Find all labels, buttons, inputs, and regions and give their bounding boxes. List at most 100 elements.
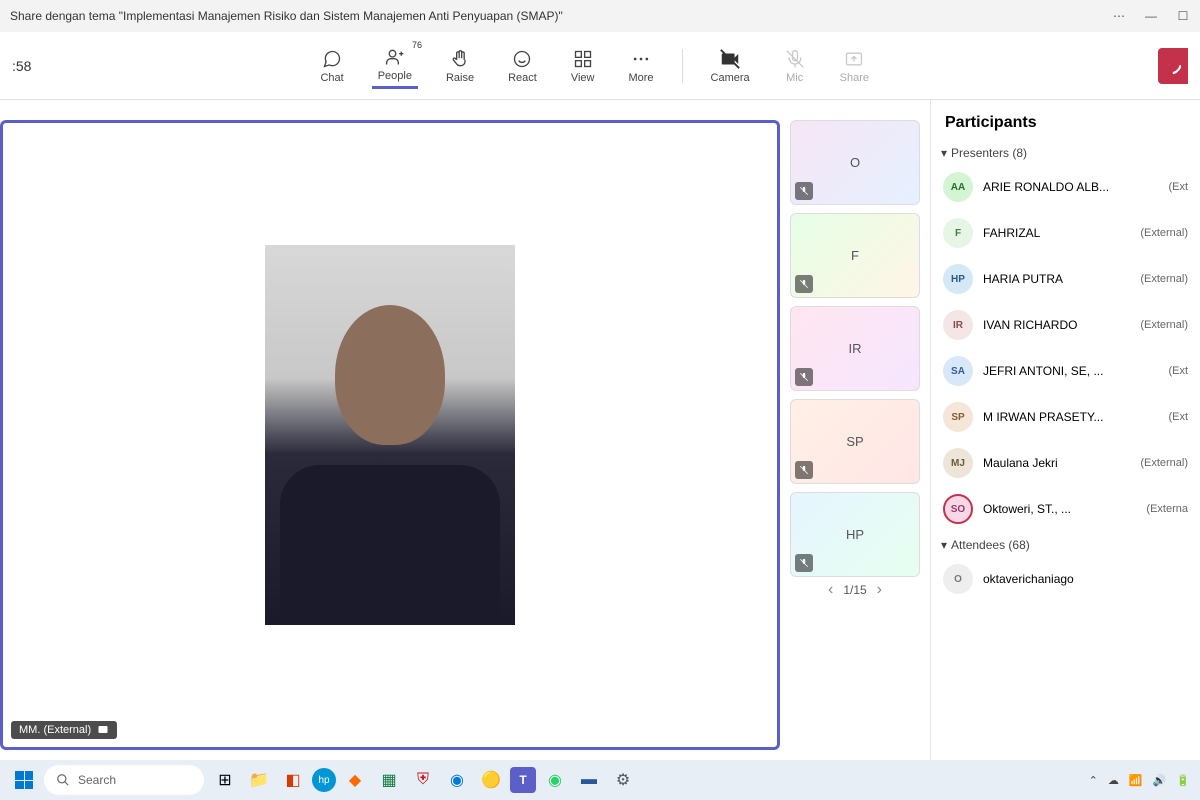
maximize-icon[interactable]: ☐: [1176, 9, 1190, 23]
chat-button[interactable]: Chat: [314, 44, 349, 88]
meeting-toolbar: :58 Chat People 76 Raise React View More: [0, 32, 1200, 100]
app-icon[interactable]: ◆: [340, 765, 370, 795]
leave-icon: [1165, 58, 1181, 74]
onedrive-icon[interactable]: ☁: [1108, 774, 1119, 787]
participant-name: IVAN RICHARDO: [983, 318, 1130, 332]
participant-tag: (Externa: [1146, 503, 1188, 515]
share-button[interactable]: Share: [834, 44, 875, 88]
pager-next-icon[interactable]: ›: [877, 581, 882, 599]
camera-button[interactable]: Camera: [705, 44, 756, 88]
avatar: SP: [943, 402, 973, 432]
people-button[interactable]: People 76: [372, 42, 418, 89]
raise-button[interactable]: Raise: [440, 44, 480, 88]
participant-row[interactable]: SPM IRWAN PRASETY...(Ext: [941, 396, 1190, 438]
chevron-down-icon: ▾: [941, 146, 947, 160]
pager-position: 1/15: [843, 583, 866, 597]
participant-row[interactable]: HPHARIA PUTRA(External): [941, 258, 1190, 300]
task-view-icon[interactable]: ⊞: [210, 765, 240, 795]
muted-icon: [795, 182, 813, 200]
settings-icon[interactable]: ⚙: [608, 765, 638, 795]
participant-thumbnail[interactable]: O: [790, 120, 920, 205]
avatar: SA: [943, 356, 973, 386]
more-window-icon[interactable]: ⋯: [1112, 9, 1126, 23]
people-icon: [384, 46, 406, 68]
avatar: HP: [943, 264, 973, 294]
volume-icon[interactable]: 🔊: [1153, 774, 1167, 787]
speaker-name-label: MM. (External): [11, 721, 117, 739]
avatar: MJ: [943, 448, 973, 478]
speaker-video-feed: [265, 245, 515, 625]
video-stage: MM. (External) O F IR SP HP ‹ 1/15 ›: [0, 100, 930, 760]
whatsapp-icon[interactable]: ◉: [540, 765, 570, 795]
presenters-section-toggle[interactable]: ▾ Presenters (8): [941, 146, 1190, 160]
people-count-badge: 76: [412, 40, 422, 50]
chrome-icon[interactable]: 🟡: [476, 765, 506, 795]
participant-row[interactable]: SAJEFRI ANTONI, SE, ...(Ext: [941, 350, 1190, 392]
participant-row[interactable]: SOOktoweri, ST., ...(Externa: [941, 488, 1190, 530]
participant-thumbnail[interactable]: SP: [790, 399, 920, 484]
chat-icon: [321, 48, 343, 70]
edge-icon[interactable]: ◉: [442, 765, 472, 795]
participant-row[interactable]: MJMaulana Jekri(External): [941, 442, 1190, 484]
participant-tag: (External): [1140, 319, 1188, 331]
participant-tag: (Ext: [1168, 411, 1188, 423]
teams-icon[interactable]: T: [510, 767, 536, 793]
participants-panel: Participants ▾ Presenters (8) AAARIE RON…: [930, 100, 1200, 760]
wifi-icon[interactable]: 📶: [1129, 774, 1143, 787]
tray-chevron-icon[interactable]: ⌃: [1089, 774, 1098, 787]
more-button[interactable]: More: [622, 44, 659, 88]
avatar: IR: [943, 310, 973, 340]
office-icon[interactable]: ◧: [278, 765, 308, 795]
participant-thumbnails: O F IR SP HP: [790, 120, 920, 577]
taskbar-pinned-apps: ⊞ 📁 ◧ hp ◆ ▦ ⛨ ◉ 🟡 T ◉ ▬ ⚙: [210, 765, 638, 795]
participant-name: oktaverichaniago: [983, 572, 1178, 586]
avatar: SP: [837, 424, 873, 460]
avatar: O: [943, 564, 973, 594]
active-speaker-tile[interactable]: MM. (External): [0, 120, 780, 750]
minimize-icon[interactable]: —: [1144, 9, 1158, 23]
hp-icon[interactable]: hp: [312, 768, 336, 792]
attendees-section-toggle[interactable]: ▾ Attendees (68): [941, 538, 1190, 552]
view-icon: [572, 48, 594, 70]
participant-name: ARIE RONALDO ALB...: [983, 180, 1158, 194]
share-icon: [843, 48, 865, 70]
chevron-down-icon: ▾: [941, 538, 947, 552]
participant-name: FAHRIZAL: [983, 226, 1130, 240]
participant-row[interactable]: AAARIE RONALDO ALB...(Ext: [941, 166, 1190, 208]
participant-thumbnail[interactable]: F: [790, 213, 920, 298]
window-titlebar: Share dengan tema "Implementasi Manajeme…: [0, 0, 1200, 32]
word-icon[interactable]: ▬: [574, 765, 604, 795]
taskbar-search[interactable]: Search: [44, 765, 204, 795]
avatar: AA: [943, 172, 973, 202]
participant-name: Oktoweri, ST., ...: [983, 502, 1136, 516]
search-icon: [56, 773, 70, 787]
participant-row[interactable]: IR IVAN RICHARDO (External): [941, 304, 1190, 346]
excel-icon[interactable]: ▦: [374, 765, 404, 795]
camera-off-icon: [719, 48, 741, 70]
participant-name: Maulana Jekri: [983, 456, 1130, 470]
participant-name: HARIA PUTRA: [983, 272, 1130, 286]
participant-thumbnail[interactable]: HP: [790, 492, 920, 577]
mic-button[interactable]: Mic: [778, 44, 812, 88]
view-button[interactable]: View: [565, 44, 601, 88]
pager-prev-icon[interactable]: ‹: [828, 581, 833, 599]
thumbnail-pager: ‹ 1/15 ›: [790, 577, 920, 599]
participant-tag: (External): [1140, 227, 1188, 239]
windows-taskbar: Search ⊞ 📁 ◧ hp ◆ ▦ ⛨ ◉ 🟡 T ◉ ▬ ⚙ ⌃ ☁ 📶 …: [0, 760, 1200, 800]
avatar: F: [837, 238, 873, 274]
participant-row[interactable]: Ooktaverichaniago: [941, 558, 1190, 600]
participant-thumbnail[interactable]: IR: [790, 306, 920, 391]
muted-icon: [795, 275, 813, 293]
battery-icon[interactable]: 🔋: [1176, 774, 1190, 787]
explorer-icon[interactable]: 📁: [244, 765, 274, 795]
start-button[interactable]: [10, 766, 38, 794]
mcafee-icon[interactable]: ⛨: [408, 765, 438, 795]
meeting-duration: :58: [12, 58, 31, 74]
avatar: O: [837, 145, 873, 181]
avatar: IR: [837, 331, 873, 367]
leave-button[interactable]: [1158, 48, 1188, 84]
system-tray: ⌃ ☁ 📶 🔊 🔋: [1089, 774, 1190, 787]
participant-row[interactable]: FFAHRIZAL(External): [941, 212, 1190, 254]
window-title: Share dengan tema "Implementasi Manajeme…: [10, 9, 1112, 23]
react-button[interactable]: React: [502, 44, 543, 88]
